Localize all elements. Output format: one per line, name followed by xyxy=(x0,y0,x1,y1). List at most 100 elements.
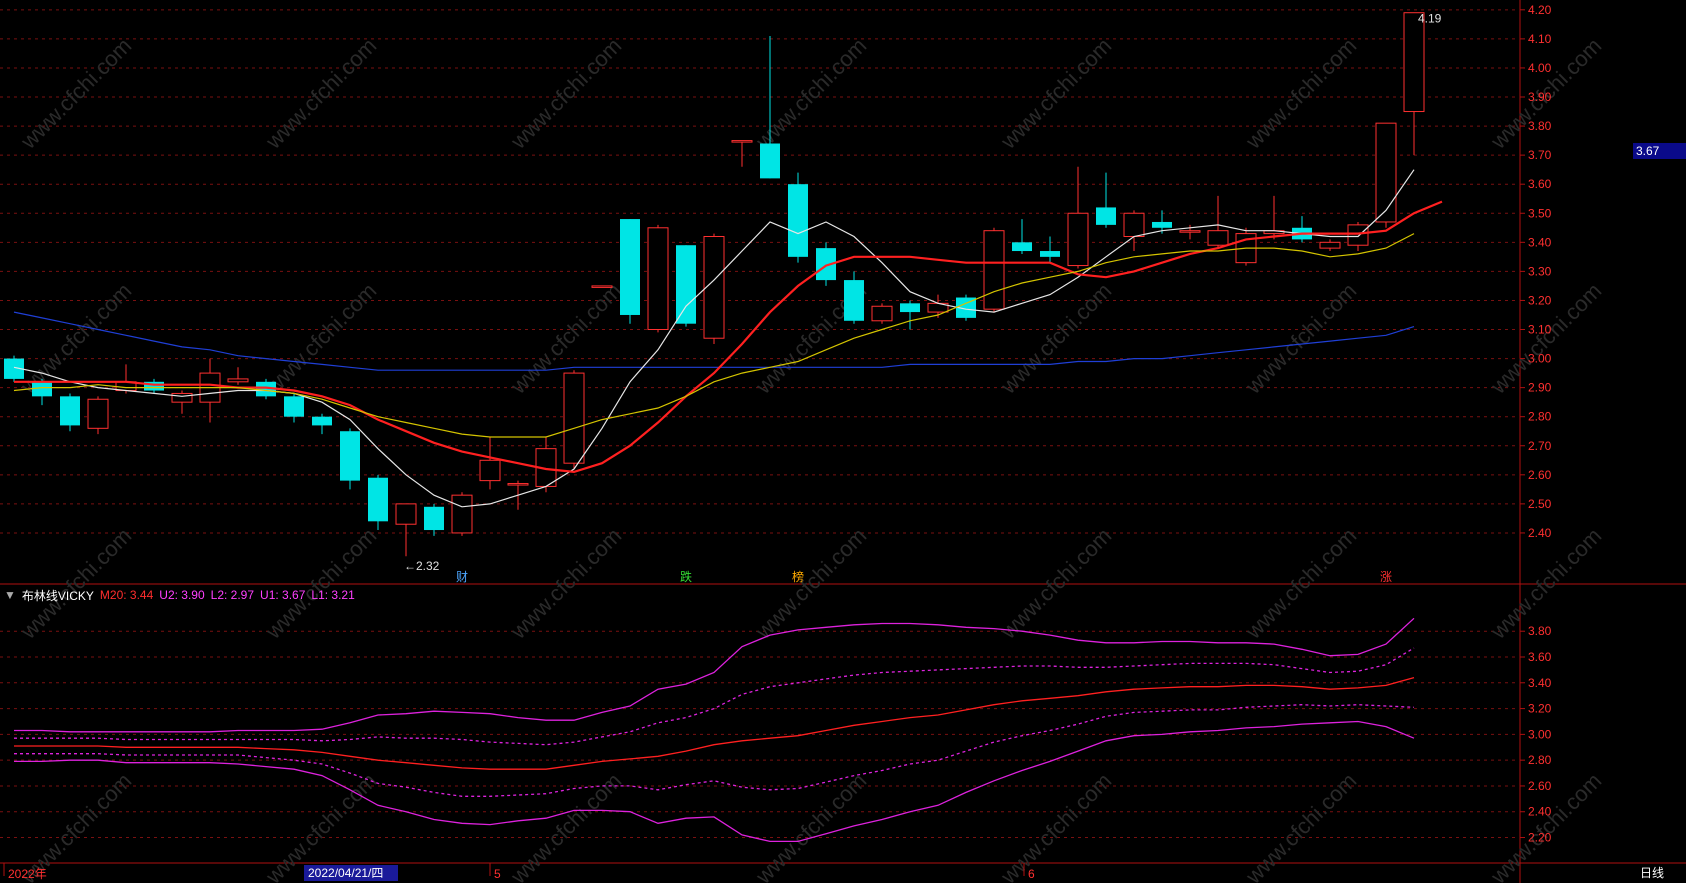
watermark-text: www.cfchi.com xyxy=(260,33,381,154)
candle-body xyxy=(171,392,193,403)
candle xyxy=(788,172,808,263)
date-label: 5 xyxy=(494,867,501,881)
price-tick-label: 3.50 xyxy=(1528,206,1552,220)
event-marker: 财 xyxy=(456,570,468,584)
collapse-icon[interactable]: ▼ xyxy=(4,588,16,602)
indicator-name[interactable]: 布林线VICKY xyxy=(22,587,94,604)
boll-tick-label: 2.80 xyxy=(1528,753,1552,767)
candle-body xyxy=(1403,12,1425,113)
watermark-text: www.cfchi.com xyxy=(15,768,136,883)
candle xyxy=(647,224,669,333)
boll-tick-label: 3.20 xyxy=(1528,702,1552,716)
watermark-text: www.cfchi.com xyxy=(505,768,626,883)
event-marker: 榜 xyxy=(792,569,804,584)
selected-date-label[interactable]: 2022/04/21/四 xyxy=(304,865,398,881)
candle xyxy=(1263,195,1285,240)
candle-body xyxy=(900,303,920,313)
event-marker: 跌 xyxy=(680,569,692,584)
price-tick-label: 2.70 xyxy=(1528,439,1552,453)
high-price-annotation: 4.19 xyxy=(1418,12,1442,26)
u2-value: U2: 3.90 xyxy=(159,588,205,602)
candle xyxy=(284,393,304,423)
price-tick-label: 3.40 xyxy=(1528,235,1552,249)
price-tick-label: 3.00 xyxy=(1528,352,1552,366)
current-price-label: 3.67 xyxy=(1633,143,1686,159)
moving-average-lines xyxy=(13,169,1443,508)
candle xyxy=(171,390,193,414)
candle-body xyxy=(1123,212,1145,237)
watermark-text: www.cfchi.com xyxy=(995,33,1116,154)
price-tick-label: 3.60 xyxy=(1528,177,1552,191)
candle xyxy=(703,233,725,345)
candle-body xyxy=(340,431,360,481)
watermark-text: www.cfchi.com xyxy=(1240,768,1361,883)
boll-u1-line xyxy=(14,647,1415,746)
price-tick-label: 3.90 xyxy=(1528,90,1552,104)
candle-body xyxy=(1152,221,1172,228)
candle-body xyxy=(1067,212,1089,267)
candle-body xyxy=(983,230,1005,310)
candle xyxy=(1375,122,1397,228)
boll-tick-label: 3.80 xyxy=(1528,624,1552,638)
candle-body xyxy=(788,184,808,257)
candle xyxy=(368,474,388,531)
candle-body xyxy=(424,506,444,531)
candle-body xyxy=(479,459,501,482)
boll-tick-label: 2.20 xyxy=(1528,831,1552,845)
candle xyxy=(1123,210,1145,252)
price-tick-label: 2.40 xyxy=(1528,526,1552,540)
period-selector[interactable]: 日线 xyxy=(1640,864,1664,881)
watermark-text: www.cfchi.com xyxy=(1240,278,1361,399)
candle-body xyxy=(60,396,80,426)
l1-value: L1: 3.21 xyxy=(311,588,355,602)
price-tick-label: 4.00 xyxy=(1528,61,1552,75)
candle xyxy=(844,271,864,324)
candle xyxy=(60,393,80,432)
boll-u2-line xyxy=(14,617,1415,733)
candle xyxy=(1207,195,1229,249)
candle-body xyxy=(563,372,585,464)
candle-body xyxy=(871,305,893,322)
price-tick-label: 2.50 xyxy=(1528,497,1552,511)
boll-l1-line xyxy=(14,704,1415,797)
date-label: 6 xyxy=(1028,867,1035,881)
indicator-header: ▼ 布林线VICKY M20: 3.44 U2: 3.90 L2: 2.97 U… xyxy=(4,587,361,603)
price-tick-label: 2.90 xyxy=(1528,381,1552,395)
candle-body xyxy=(844,280,864,321)
candle xyxy=(871,303,893,324)
boll-tick-label: 3.60 xyxy=(1528,650,1552,664)
candle-body xyxy=(1179,230,1201,233)
candle-body xyxy=(284,396,304,417)
price-tick-label: 3.30 xyxy=(1528,264,1552,278)
event-markers: 财跌榜涨 xyxy=(456,569,1392,584)
candle-body xyxy=(1040,251,1060,257)
candle xyxy=(1403,12,1425,156)
watermark-text: www.cfchi.com xyxy=(750,33,871,154)
candle-body xyxy=(760,143,780,179)
price-tick-label: 2.60 xyxy=(1528,468,1552,482)
candle xyxy=(1067,166,1089,269)
candle xyxy=(87,396,109,435)
low-price-annotation: ←2.32 xyxy=(404,559,440,573)
stock-chart[interactable]: www.cfchi.com www.cfchi.com www.cfchi.com w… xyxy=(0,0,1686,883)
watermark-text: www.cfchi.com xyxy=(15,33,136,154)
candle-body xyxy=(32,381,52,397)
candle-body xyxy=(507,483,529,486)
boll-tick-label: 3.00 xyxy=(1528,727,1552,741)
date-label: 2022年 xyxy=(8,867,47,881)
price-tick-label: 4.10 xyxy=(1528,32,1552,46)
bollinger-axis: 3.80 3.60 3.40 3.20 3.00 2.80 2.60 2.40 2.20 xyxy=(1520,624,1552,845)
candle xyxy=(144,378,164,394)
candle-body xyxy=(312,416,332,426)
watermark-text: www.cfchi.com xyxy=(260,278,381,399)
candle-body xyxy=(731,140,753,143)
boll-tick-label: 2.60 xyxy=(1528,779,1552,793)
bollinger-lines xyxy=(14,617,1415,843)
candle-body xyxy=(1207,230,1229,246)
grid-layer xyxy=(0,0,1686,883)
watermark-text: www.cfchi.com xyxy=(505,33,626,154)
candle-body xyxy=(227,378,249,383)
candle xyxy=(340,428,360,490)
candle xyxy=(900,300,920,330)
watermark-layer: www.cfchi.com www.cfchi.com www.cfchi.com w… xyxy=(15,33,1606,883)
